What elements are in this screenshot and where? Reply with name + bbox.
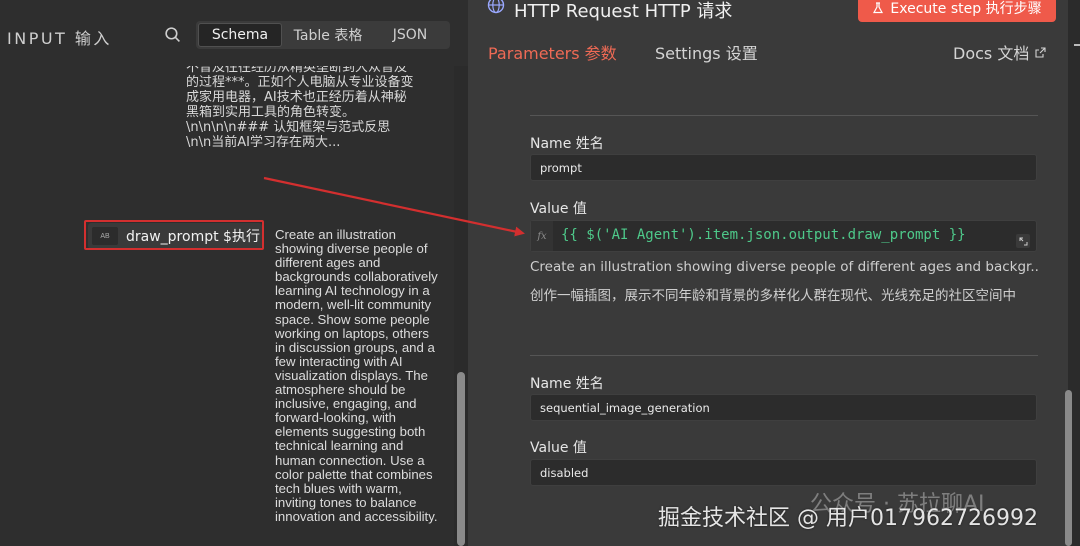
input-panel: INPUT 输入 Schema Table 表格 JSON 不曾及往往经历从精英… [0,0,468,546]
parameters-scrollbar-thumb[interactable] [1065,390,1072,546]
text-line: 不曾及往往经历从精英垄断到大众普及 [186,66,408,75]
flask-icon [873,2,884,14]
input-scrollbar-thumb[interactable] [457,372,465,546]
node-title: HTTP Request HTTP 请求 [514,1,733,22]
schema-view: 不曾及往往经历从精英垄断到大众普及 的过程***。正如个人电脑从专业设备变 成家… [0,66,468,546]
tab-settings[interactable]: Settings 设置 [655,40,758,64]
execute-step-button[interactable]: Execute step 执行步骤 [858,0,1056,22]
param-value-label: Value 值 [530,440,587,456]
search-icon[interactable] [164,26,181,43]
input-panel-header: INPUT 输入 Schema Table 表格 JSON [0,0,468,66]
input-panel-title: INPUT 输入 [7,29,112,48]
watermark-primary: 掘金技术社区 @ 用户01796272699​2 [658,506,1038,531]
text-line: 成家用电器，AI技术也正经历着从神秘 [186,90,407,105]
text-line: \n\n当前AI学习存在两大... [186,135,341,150]
divider [530,355,1038,356]
text-line: \n\n\n\n### 认知框架与范式反思 [186,120,391,135]
canvas-edge-marker [1074,44,1080,46]
docs-label: Docs 文档 [953,44,1030,63]
external-link-icon [1035,46,1046,58]
text-line: 的过程***。正如个人电脑从专业设备变 [186,75,414,90]
parameters-list: Name 姓名 prompt Value 值 fx {{ $('AI Agent… [468,66,1068,546]
tab-table[interactable]: Table 表格 [282,23,374,47]
param-name-input[interactable]: prompt [530,154,1037,181]
fx-icon: fx [531,221,553,251]
field-value: Create an illustration showing diverse p… [275,227,438,524]
docs-link[interactable]: Docs 文档 [953,40,1046,64]
param-value-input[interactable]: disabled [530,459,1037,486]
text-line: 黑箱到实用工具的角色转变。 [186,105,356,120]
param-name-label: Name 姓名 [530,136,604,152]
view-mode-tabs: Schema Table 表格 JSON [196,21,450,49]
node-panel-header: HTTP Request HTTP 请求 Execute step 执行步骤 P… [468,0,1068,66]
param-value-label: Value 值 [530,201,587,217]
globe-icon [487,0,505,14]
expression-preview-zh: 创作一幅插图，展示不同年龄和背景的多样化人群在现代、光线充足的社区空间中 [530,288,1016,304]
param-name-input[interactable]: sequential_image_generation [530,394,1037,421]
param-name-label: Name 姓名 [530,376,604,392]
execute-step-label: Execute step 执行步骤 [890,1,1042,17]
annotation-highlight-box [84,220,264,250]
expression-preview-en: Create an illustration showing diverse p… [530,259,1040,275]
tab-schema[interactable]: Schema [198,23,282,47]
expression-editor[interactable]: fx {{ $('AI Agent').item.json.output.dra… [530,220,1037,252]
expression-text: {{ $('AI Agent').item.json.output.draw_p… [561,227,966,243]
tab-parameters[interactable]: Parameters 参数 [488,40,617,64]
expand-editor-icon[interactable] [1016,234,1030,248]
node-panel: HTTP Request HTTP 请求 Execute step 执行步骤 P… [468,0,1068,546]
divider [530,115,1038,116]
previous-field-value: 不曾及往往经历从精英垄断到大众普及 的过程***。正如个人电脑从专业设备变 成家… [186,66,448,150]
tab-json[interactable]: JSON [374,23,446,47]
